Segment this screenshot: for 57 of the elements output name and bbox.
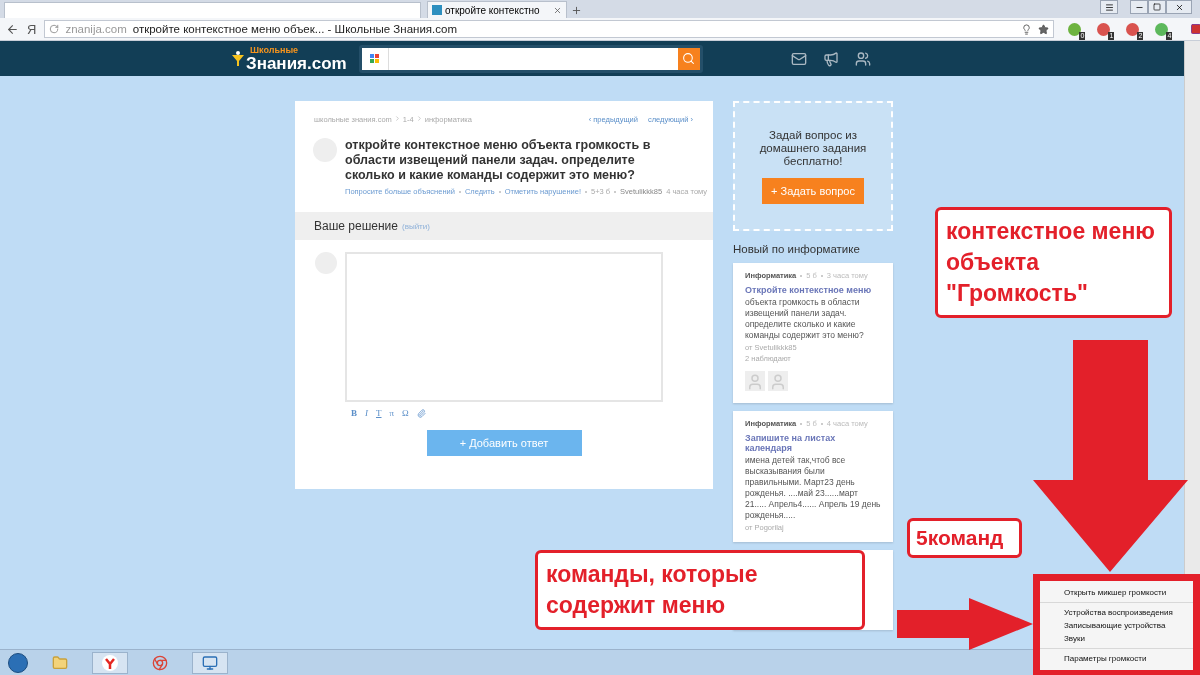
site-logo[interactable]: Школьные Знания.com — [232, 45, 347, 72]
lightbulb-icon[interactable] — [1021, 23, 1033, 35]
browser-tab[interactable]: откройте контекстно — [427, 1, 567, 18]
browser-logo[interactable]: Я — [27, 21, 37, 37]
ask-button[interactable]: + Задать вопрос — [762, 177, 864, 204]
funnel-icon — [232, 50, 244, 67]
close-icon[interactable] — [1174, 2, 1184, 12]
menu-item[interactable]: Записывающие устройства — [1040, 619, 1193, 632]
callout-annotation: контекстное меню объекта "Громкость" — [935, 207, 1172, 319]
format-button[interactable]: Ω — [402, 408, 409, 418]
menu-button[interactable] — [1100, 0, 1118, 14]
address-bar[interactable]: znanija.com откройте контекстное меню объек... - Школьные Знания.com — [44, 20, 1055, 38]
add-answer-button[interactable]: + Добавить ответ — [426, 430, 582, 456]
format-button[interactable]: I — [365, 408, 368, 418]
question-title: откройте контекстное меню объекта громкость в области извещений панели задач. определите сколько и какие команды содержит это меню? — [345, 138, 652, 183]
sidebar-heading: Новый по информатике — [733, 243, 861, 255]
restore-icon[interactable] — [1153, 3, 1161, 11]
paperclip-icon[interactable] — [416, 408, 426, 418]
chevron-icon — [415, 115, 423, 122]
menu-item[interactable]: Параметры громкости — [1040, 652, 1193, 665]
address-domain: znanija.com — [65, 23, 127, 35]
mail-icon[interactable] — [790, 50, 807, 67]
reload-icon[interactable] — [49, 24, 60, 34]
star-icon[interactable] — [1038, 23, 1050, 35]
format-button[interactable]: B — [351, 408, 357, 418]
back-icon[interactable] — [6, 22, 19, 36]
format-button[interactable]: π — [389, 408, 395, 418]
question-link[interactable]: Откройте контекстное меню — [745, 285, 881, 295]
count-annotation: 5команд — [907, 518, 1022, 559]
callout-annotation: команды, которые содержит меню — [535, 550, 865, 631]
browser-taskbar-icon[interactable] — [92, 651, 128, 674]
logout-link[interactable]: (выйти) — [401, 221, 430, 231]
question-link[interactable]: Запишите на листах календаря — [745, 433, 881, 453]
menu-item[interactable]: Звуки — [1040, 632, 1193, 645]
question-text: объекта громкость в области извещений панели задач. определите сколько и какие команды содержит это меню? — [745, 297, 865, 341]
question-text: имена детей так,чтоб все высказывания были правильными. Март23 день рожденья. ....май 23......март 21..... Апрель4...... Апрель 19 день рожденья..... — [745, 455, 881, 521]
control-panel-taskbar-icon[interactable] — [192, 651, 228, 674]
question-card[interactable] — [733, 411, 893, 542]
close-button[interactable] — [1166, 0, 1192, 14]
megaphone-icon[interactable] — [822, 50, 839, 67]
answer-heading: Ваше решение — [314, 219, 398, 233]
menu-item[interactable]: Устройства воспроизведения — [1040, 606, 1193, 619]
format-button[interactable]: T — [376, 408, 382, 418]
favicon-icon — [432, 5, 442, 15]
user-silhouette-icon — [768, 371, 788, 391]
users-icon[interactable] — [854, 50, 871, 67]
ask-text: Задай вопрос из домашнего задания бесплатно! — [758, 128, 868, 168]
new-tab-icon[interactable] — [571, 5, 582, 16]
answer-field[interactable] — [345, 252, 663, 402]
search-button[interactable] — [677, 47, 700, 70]
menu-icon[interactable] — [1104, 2, 1114, 12]
search-field[interactable] — [358, 44, 703, 73]
start-button[interactable] — [8, 652, 28, 673]
menu-item[interactable]: Открыть микшер громкости — [1040, 586, 1193, 599]
address-title: откройте контекстное меню объек... - Школьные Знания.com — [132, 23, 457, 35]
chevron-icon — [393, 115, 401, 122]
user-silhouette-icon — [745, 371, 765, 391]
